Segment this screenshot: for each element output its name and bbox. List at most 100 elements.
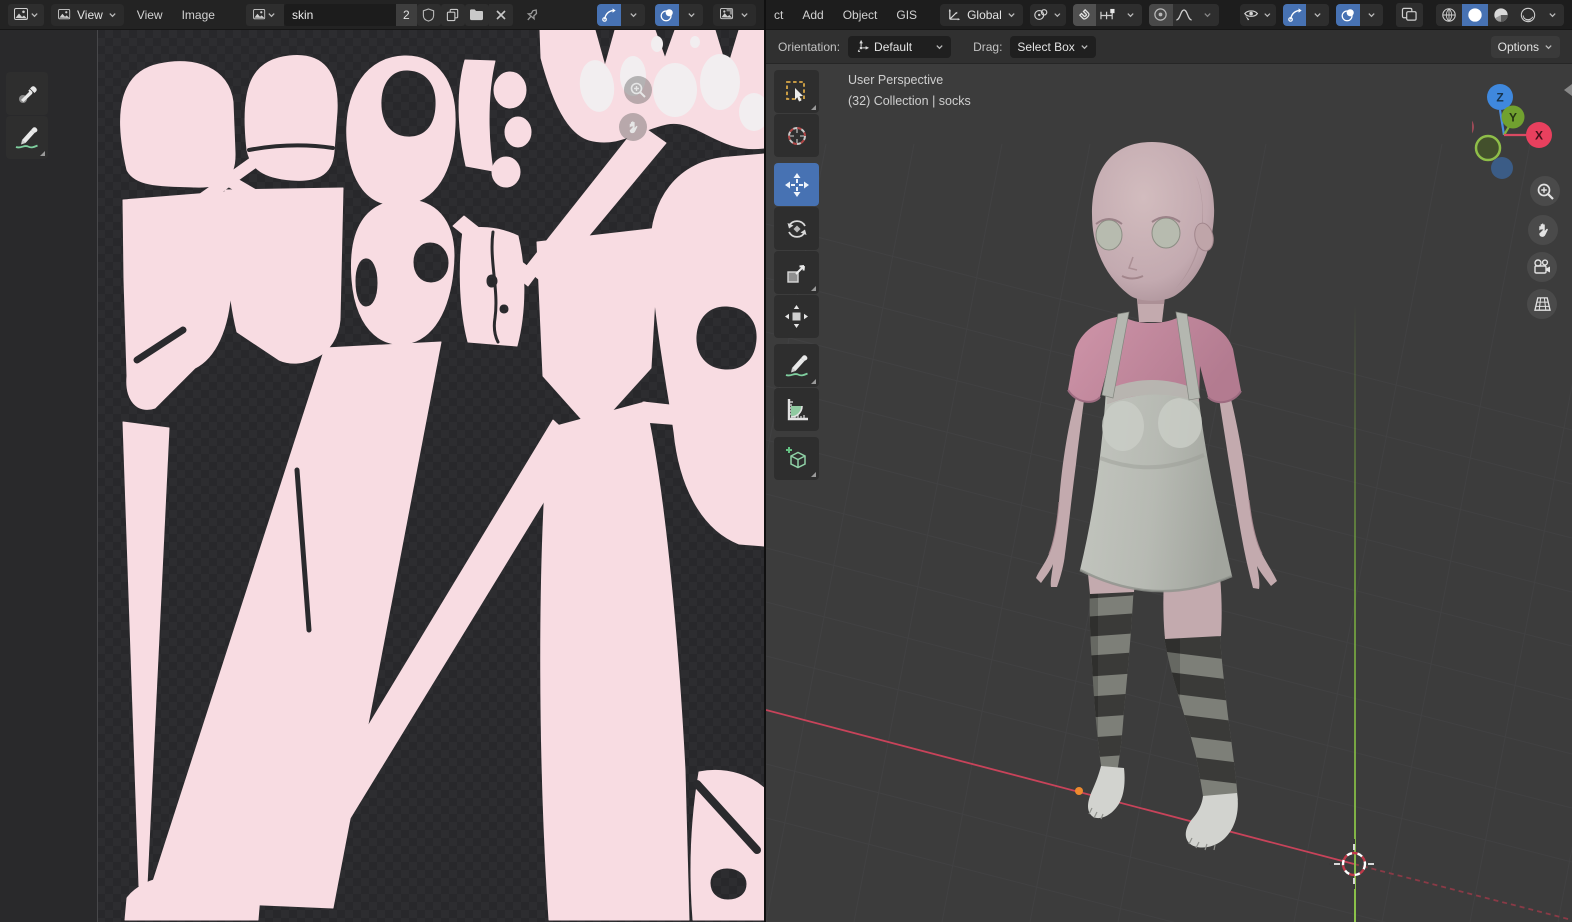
shading-dropdown[interactable] xyxy=(1541,4,1564,26)
transform-orientation-dropdown[interactable]: Global xyxy=(940,4,1023,26)
overlays-toggle[interactable] xyxy=(655,4,679,26)
xray-toggle[interactable] xyxy=(1396,3,1423,27)
gizmo-icon xyxy=(1287,7,1303,23)
shading-material-button[interactable] xyxy=(1488,4,1514,26)
object-origin-dot[interactable] xyxy=(1075,787,1083,795)
viewport-overlays-dropdown[interactable] xyxy=(1360,4,1383,26)
transform-icon xyxy=(783,303,810,330)
image-channels-icon xyxy=(720,8,735,21)
options-dropdown[interactable]: Options xyxy=(1491,36,1560,58)
tool-add-cube[interactable] xyxy=(774,437,819,480)
hand-icon xyxy=(625,119,642,136)
tool-annotate[interactable] xyxy=(774,344,819,387)
browse-image-button[interactable] xyxy=(246,4,284,26)
axis-z-ball[interactable]: Z xyxy=(1487,84,1513,110)
menu-view[interactable]: View xyxy=(131,5,169,25)
viewport-3d[interactable]: User Perspective (32) Collection | socks xyxy=(766,64,1572,922)
shading-rendered-button[interactable] xyxy=(1515,4,1541,26)
image-icon xyxy=(253,9,267,21)
camera-view-button[interactable] xyxy=(1527,252,1557,282)
image-name-input[interactable]: skin xyxy=(284,4,396,26)
open-image-button[interactable] xyxy=(465,4,489,26)
orientation-dropdown[interactable]: Default xyxy=(848,36,951,58)
tool-options-corner xyxy=(811,105,816,110)
viewport-overlays-toggle[interactable] xyxy=(1336,4,1359,26)
axis-neg-z-ball[interactable] xyxy=(1491,157,1513,179)
overlays-dropdown[interactable] xyxy=(679,4,703,26)
menu-image[interactable]: Image xyxy=(176,5,221,25)
unlink-image-button[interactable] xyxy=(489,4,513,26)
users-count-button[interactable]: 2 xyxy=(396,4,417,26)
image-datablock-selector: skin 2 xyxy=(246,4,513,26)
tool-rotate[interactable] xyxy=(774,207,819,250)
sidebar-toggle-arrow[interactable] xyxy=(1564,84,1572,96)
uv-texture-artwork xyxy=(97,30,764,922)
duplicate-icon xyxy=(446,8,460,22)
viewport-gizmos-group xyxy=(1283,4,1330,26)
drag-dropdown[interactable]: Select Box xyxy=(1010,36,1095,58)
tool-options-corner xyxy=(811,379,816,384)
image-editor-pane: View View Image skin 2 xyxy=(0,0,764,922)
ortho-grid-button[interactable] xyxy=(1527,289,1557,319)
tool-sample[interactable] xyxy=(6,72,48,115)
tool-scale[interactable] xyxy=(774,251,819,294)
zoom-button[interactable] xyxy=(624,76,652,104)
gizmos-dropdown[interactable] xyxy=(621,4,645,26)
viewport-gizmos-dropdown[interactable] xyxy=(1306,4,1329,26)
annotate-pencil-icon xyxy=(784,354,810,378)
material-sphere-icon xyxy=(1493,7,1509,23)
tool-move[interactable] xyxy=(774,163,819,206)
menu-object[interactable]: Object xyxy=(837,5,884,25)
snap-with-button[interactable] xyxy=(1096,4,1119,26)
fake-user-button[interactable] xyxy=(417,4,441,26)
uv-image-canvas[interactable] xyxy=(0,30,764,922)
axis-neg-y-ball[interactable] xyxy=(1476,136,1500,160)
tool-transform[interactable] xyxy=(774,295,819,338)
proportional-editing-toggle[interactable] xyxy=(1149,4,1172,26)
snap-dropdown[interactable] xyxy=(1119,4,1142,26)
svg-text:Y: Y xyxy=(1509,111,1517,125)
shading-wireframe-button[interactable] xyxy=(1436,4,1462,26)
tool-settings-bar: Orientation: Default Drag: Select Box Op… xyxy=(766,30,1572,64)
editor-type-button[interactable] xyxy=(8,4,44,26)
eye-pointer-icon xyxy=(1243,7,1261,22)
axis-y-ball[interactable]: Y xyxy=(1502,106,1525,129)
magnifier-plus-icon xyxy=(629,81,647,99)
navigation-gizmo[interactable]: Z Y X xyxy=(1472,72,1564,182)
view-perspective-label: User Perspective xyxy=(848,70,971,91)
pivot-icon xyxy=(1033,7,1049,23)
display-channels-dropdown[interactable] xyxy=(713,4,756,26)
character-model[interactable] xyxy=(1036,142,1277,850)
snap-toggle[interactable] xyxy=(1073,4,1096,26)
proportional-falloff-button[interactable] xyxy=(1173,4,1196,26)
measure-icon xyxy=(784,397,810,423)
stocking-right xyxy=(1153,624,1247,814)
pin-button[interactable] xyxy=(520,4,544,26)
chevron-down-icon xyxy=(687,10,696,19)
tool-select-box[interactable] xyxy=(774,70,819,113)
axis-x-ball[interactable]: X xyxy=(1526,122,1552,148)
viewport-gizmos-toggle[interactable] xyxy=(1283,4,1306,26)
shading-solid-button[interactable] xyxy=(1462,4,1488,26)
proportional-dropdown[interactable] xyxy=(1196,4,1219,26)
pan-button[interactable] xyxy=(619,113,647,141)
camera-icon xyxy=(1532,258,1552,276)
tool-measure[interactable] xyxy=(774,388,819,431)
menu-gis[interactable]: GIS xyxy=(890,5,923,25)
svg-text:Z: Z xyxy=(1496,91,1503,105)
object-visibility-dropdown[interactable] xyxy=(1240,4,1276,26)
menu-select-clipped[interactable]: ct xyxy=(774,5,789,25)
tool-annotate-image[interactable] xyxy=(6,116,48,159)
zoom-view-button[interactable] xyxy=(1530,176,1560,206)
xray-icon xyxy=(1401,7,1418,22)
tool-cursor[interactable] xyxy=(774,114,819,157)
viewport-info-text: User Perspective (32) Collection | socks xyxy=(848,70,971,112)
display-mode-dropdown[interactable]: View xyxy=(51,4,124,26)
pan-view-button[interactable] xyxy=(1528,215,1558,245)
pivot-point-dropdown[interactable] xyxy=(1030,4,1066,26)
grid-perspective-icon xyxy=(1533,296,1552,313)
axis-neg-x-ball[interactable] xyxy=(1472,116,1474,138)
menu-add[interactable]: Add xyxy=(796,5,829,25)
new-image-button[interactable] xyxy=(441,4,465,26)
gizmos-toggle[interactable] xyxy=(597,4,621,26)
